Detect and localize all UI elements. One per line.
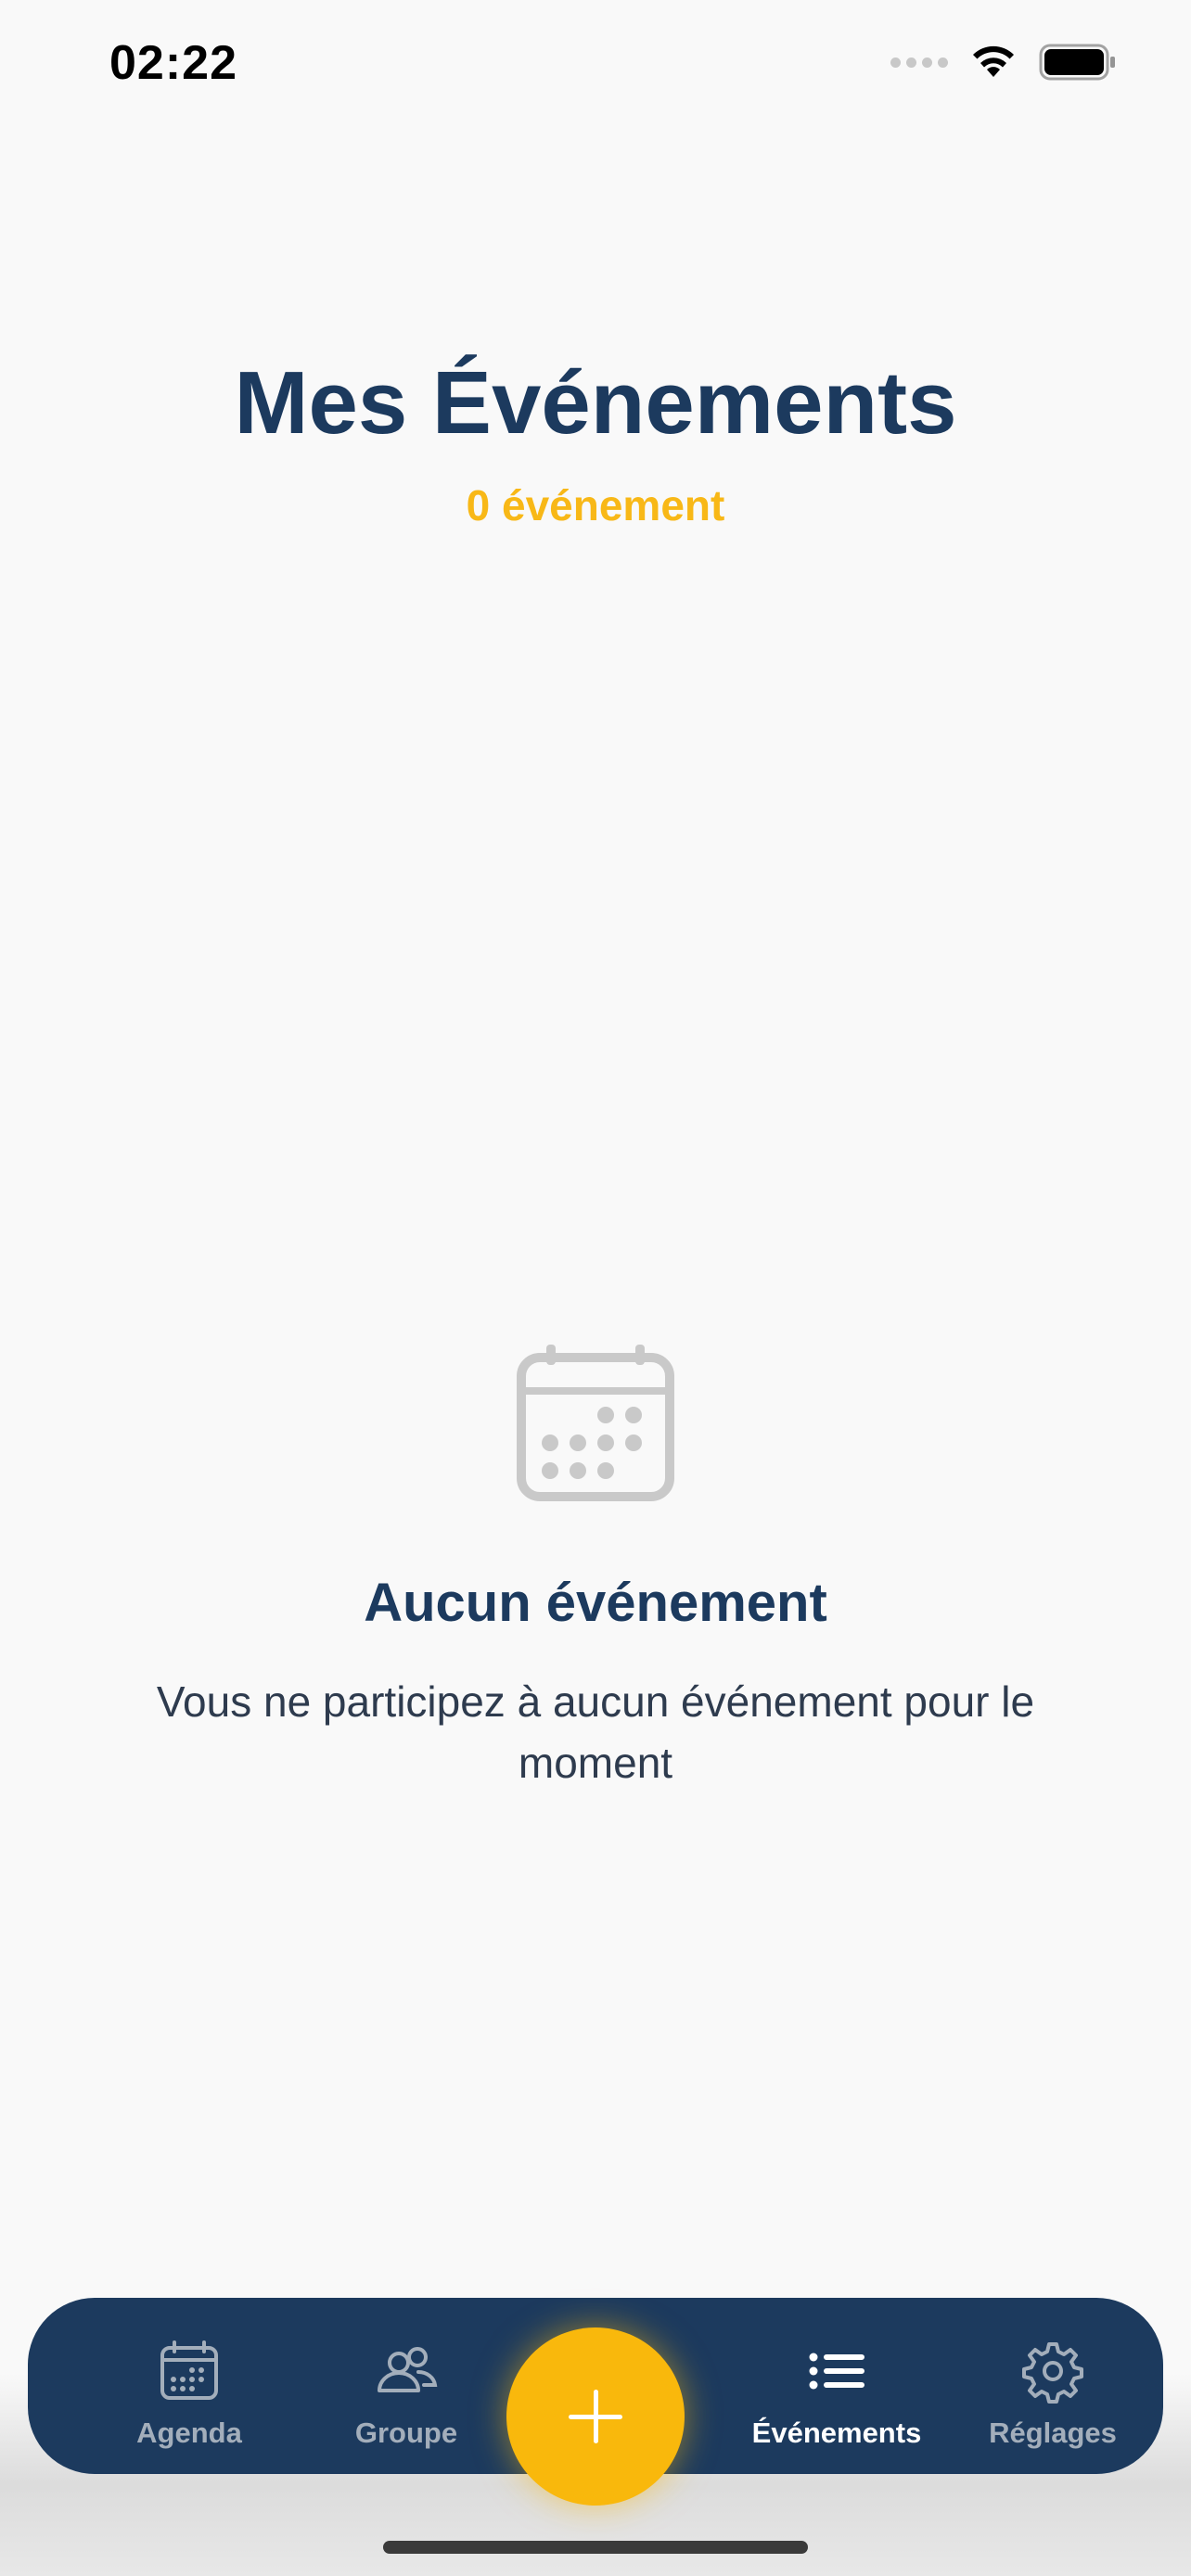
tab-evenements[interactable]: Événements bbox=[702, 2298, 971, 2474]
tab-label: Événements bbox=[751, 2417, 922, 2449]
empty-state-title: Aucun événement bbox=[364, 1573, 827, 1633]
status-indicators bbox=[890, 43, 1117, 82]
tab-reglages[interactable]: Réglages bbox=[946, 2298, 1159, 2474]
add-event-button[interactable] bbox=[506, 2327, 685, 2506]
gear-icon bbox=[1022, 2342, 1083, 2404]
list-icon bbox=[809, 2353, 864, 2390]
tab-groupe[interactable]: Groupe bbox=[295, 2298, 518, 2474]
wifi-icon bbox=[973, 45, 1014, 77]
tab-label: Agenda bbox=[136, 2417, 242, 2449]
cellular-signal-icon bbox=[890, 57, 948, 68]
tab-label: Réglages bbox=[989, 2417, 1117, 2449]
empty-state-message: Vous ne participez à aucun événement pou… bbox=[156, 1677, 1035, 1787]
people-icon bbox=[378, 2347, 438, 2392]
plus-icon bbox=[569, 2390, 622, 2443]
tab-label: Groupe bbox=[354, 2417, 458, 2449]
status-time: 02:22 bbox=[109, 36, 237, 90]
tab-agenda[interactable]: Agenda bbox=[78, 2298, 301, 2474]
calendar-icon bbox=[160, 2340, 218, 2400]
battery-icon bbox=[1039, 44, 1115, 81]
event-count: 0 événement bbox=[466, 481, 725, 529]
page-title: Mes Événements bbox=[234, 353, 957, 453]
calendar-icon bbox=[517, 1345, 674, 1501]
home-indicator[interactable] bbox=[383, 2541, 808, 2554]
